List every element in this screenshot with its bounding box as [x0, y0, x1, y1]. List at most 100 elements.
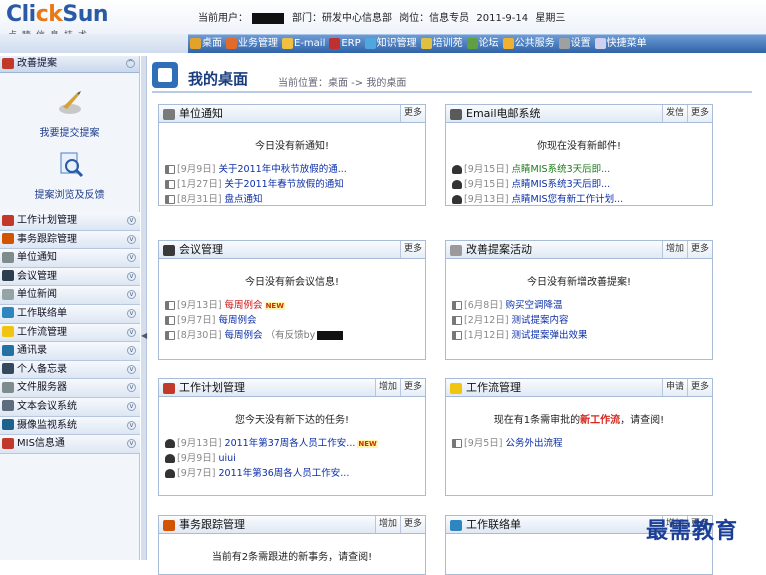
- list-item[interactable]: [9月13日] 2011年第37周各人员工作安... NEW: [159, 436, 425, 451]
- expand-toggle-icon[interactable]: v: [127, 253, 136, 263]
- item-link[interactable]: 购买空调降温: [506, 300, 563, 311]
- expand-toggle-icon[interactable]: v: [127, 271, 136, 281]
- panel-buttons: 更多: [399, 105, 425, 122]
- panel-action-button[interactable]: 发信: [661, 105, 687, 122]
- speaker-icon: [452, 316, 462, 325]
- post-label: 岗位：信息专员: [399, 13, 470, 24]
- sidebar-item-0[interactable]: 工作计划管理 v: [0, 212, 140, 231]
- sidebar-item-1[interactable]: 事务跟踪管理 v: [0, 230, 140, 250]
- message-highlight[interactable]: 新工作流: [580, 415, 620, 426]
- menu-item-1[interactable]: 业务管理: [224, 35, 280, 54]
- expand-toggle-icon[interactable]: v: [127, 327, 136, 337]
- sidebar-item-9[interactable]: 文件服务器 v: [0, 379, 140, 398]
- panel-action-button[interactable]: 更多: [399, 105, 425, 122]
- expand-toggle-icon[interactable]: v: [127, 364, 136, 374]
- list-item[interactable]: [8月31日] 盘点通知: [159, 192, 425, 207]
- panel-0: 单位通知 更多 今日没有新通知! [9月9日] 关于2011年中秋节放假的通... [1月…: [158, 104, 426, 206]
- sidebar-item-6[interactable]: 工作流管理 v: [0, 323, 140, 343]
- expand-toggle-icon[interactable]: v: [127, 216, 136, 225]
- sidebar-splitter[interactable]: ◀: [141, 56, 147, 560]
- item-link[interactable]: 点睛MIS系统3天后即...: [512, 164, 611, 175]
- list-item[interactable]: [8月30日] 每周例会 （有反馈by: [159, 328, 425, 343]
- sidebar-item-3[interactable]: 会议管理 v: [0, 267, 140, 287]
- panel-body: 当前有2条需跟进的新事务，请查阅!: [159, 534, 425, 563]
- expand-toggle-icon[interactable]: v: [127, 308, 136, 318]
- menu-item-4[interactable]: 知识管理: [363, 35, 419, 54]
- list-item[interactable]: [1月12日] 测试提案弹出效果: [446, 328, 712, 343]
- submit-proposal-tool[interactable]: 我要提交提案: [0, 87, 139, 139]
- item-link[interactable]: 公务外出流程: [506, 438, 563, 449]
- sidebar-item-7[interactable]: 通讯录 v: [0, 342, 140, 361]
- menu-item-5[interactable]: 培训苑: [419, 35, 465, 54]
- expand-toggle-icon[interactable]: v: [127, 290, 136, 300]
- panel-icon: [163, 108, 175, 120]
- speaker-icon: [165, 180, 175, 189]
- expand-toggle-icon[interactable]: v: [127, 234, 136, 244]
- panel-action-button[interactable]: 增加: [661, 241, 687, 258]
- item-link[interactable]: 每周例会: [225, 330, 263, 341]
- expand-toggle-icon[interactable]: v: [127, 401, 136, 411]
- item-link[interactable]: 关于2011年春节放假的通知: [225, 179, 344, 190]
- panel-action-button[interactable]: 增加: [374, 379, 400, 396]
- list-item[interactable]: [9月13日] 每周例会 NEW: [159, 298, 425, 313]
- item-link[interactable]: 每周例会: [219, 315, 257, 326]
- sidebar-item-8[interactable]: 个人备忘录 v: [0, 360, 140, 380]
- expand-toggle-icon[interactable]: v: [127, 346, 136, 356]
- item-link[interactable]: 盘点通知: [225, 194, 263, 205]
- panel-action-button[interactable]: 更多: [399, 516, 425, 533]
- collapse-arrow-icon[interactable]: ◀: [141, 331, 147, 340]
- item-link[interactable]: 点睛MIS系统3天后即...: [512, 179, 611, 190]
- list-item[interactable]: [9月7日] 每周例会: [159, 313, 425, 328]
- list-item[interactable]: [9月9日] 关于2011年中秋节放假的通...: [159, 162, 425, 177]
- item-link[interactable]: uiui: [219, 453, 236, 464]
- module-icon: [2, 307, 14, 319]
- menu-item-7[interactable]: 公共服务: [501, 35, 557, 54]
- sidebar-item-2[interactable]: 单位通知 v: [0, 249, 140, 268]
- sidebar-item-11[interactable]: 摄像监视系统 v: [0, 416, 140, 436]
- item-link[interactable]: 每周例会: [225, 300, 263, 311]
- header-divider: [152, 91, 752, 93]
- panel-action-button[interactable]: 更多: [399, 379, 425, 396]
- menu-item-3[interactable]: ERP: [327, 35, 362, 54]
- list-item[interactable]: [9月13日] 点睛MIS您有新工作计划...: [446, 192, 712, 207]
- expand-toggle-icon[interactable]: v: [127, 420, 136, 430]
- item-link[interactable]: 测试提案内容: [512, 315, 569, 326]
- sidebar-item-4[interactable]: 单位新闻 v: [0, 286, 140, 305]
- item-link[interactable]: 关于2011年中秋节放假的通...: [219, 164, 347, 175]
- menu-item-9[interactable]: 快捷菜单: [593, 35, 649, 54]
- panel-action-button[interactable]: 更多: [399, 241, 425, 258]
- sidebar-header[interactable]: 改善提案 ^: [0, 56, 139, 73]
- menu-item-6[interactable]: 论坛: [465, 35, 501, 54]
- item-link[interactable]: 2011年第36周各人员工作安...: [219, 468, 350, 479]
- menu-item-8[interactable]: 设置: [557, 35, 593, 54]
- item-link[interactable]: 测试提案弹出效果: [512, 330, 588, 341]
- panel-action-button[interactable]: 增加: [374, 516, 400, 533]
- item-link[interactable]: 2011年第37周各人员工作安...: [225, 438, 356, 449]
- sidebar-item-12[interactable]: MIS信息通 v: [0, 435, 140, 454]
- panel-action-button[interactable]: 更多: [686, 105, 712, 122]
- list-item[interactable]: [2月12日] 测试提案内容: [446, 313, 712, 328]
- browse-proposal-tool[interactable]: 提案浏览及反馈: [0, 149, 139, 201]
- logo-text-1: Cli: [6, 2, 36, 27]
- list-item[interactable]: [1月27日] 关于2011年春节放假的通知: [159, 177, 425, 192]
- list-item[interactable]: [9月15日] 点睛MIS系统3天后即...: [446, 162, 712, 177]
- panel-action-button[interactable]: 申请: [661, 379, 687, 396]
- collapse-toggle-icon[interactable]: ^: [126, 59, 135, 68]
- sidebar-item-10[interactable]: 文本会议系统 v: [0, 397, 140, 417]
- sidebar-item-5[interactable]: 工作联络单 v: [0, 304, 140, 324]
- list-item[interactable]: [6月8日] 购买空调降温: [446, 298, 712, 313]
- list-item[interactable]: [9月15日] 点睛MIS系统3天后即...: [446, 177, 712, 192]
- menu-item-2[interactable]: E-mail: [280, 35, 327, 54]
- list-item[interactable]: [9月7日] 2011年第36周各人员工作安...: [159, 466, 425, 481]
- expand-toggle-icon[interactable]: v: [127, 439, 136, 449]
- list-item[interactable]: [9月5日] 公务外出流程: [446, 436, 712, 451]
- expand-toggle-icon[interactable]: v: [127, 383, 136, 393]
- list-item[interactable]: [9月9日] uiui: [159, 451, 425, 466]
- item-link[interactable]: 点睛MIS您有新工作计划...: [512, 194, 624, 205]
- panel-action-button[interactable]: 更多: [686, 241, 712, 258]
- panel-1: Email电邮系统 发信 更多 你现在没有新邮件! [9月15日] 点睛MIS系统3天后即…: [445, 104, 713, 206]
- menu-item-0[interactable]: 桌面: [188, 35, 224, 54]
- panel-action-button[interactable]: 更多: [686, 379, 712, 396]
- header-left-stripe: [0, 34, 188, 53]
- panel-6: 事务跟踪管理 增加 更多 当前有2条需跟进的新事务，请查阅!: [158, 515, 426, 575]
